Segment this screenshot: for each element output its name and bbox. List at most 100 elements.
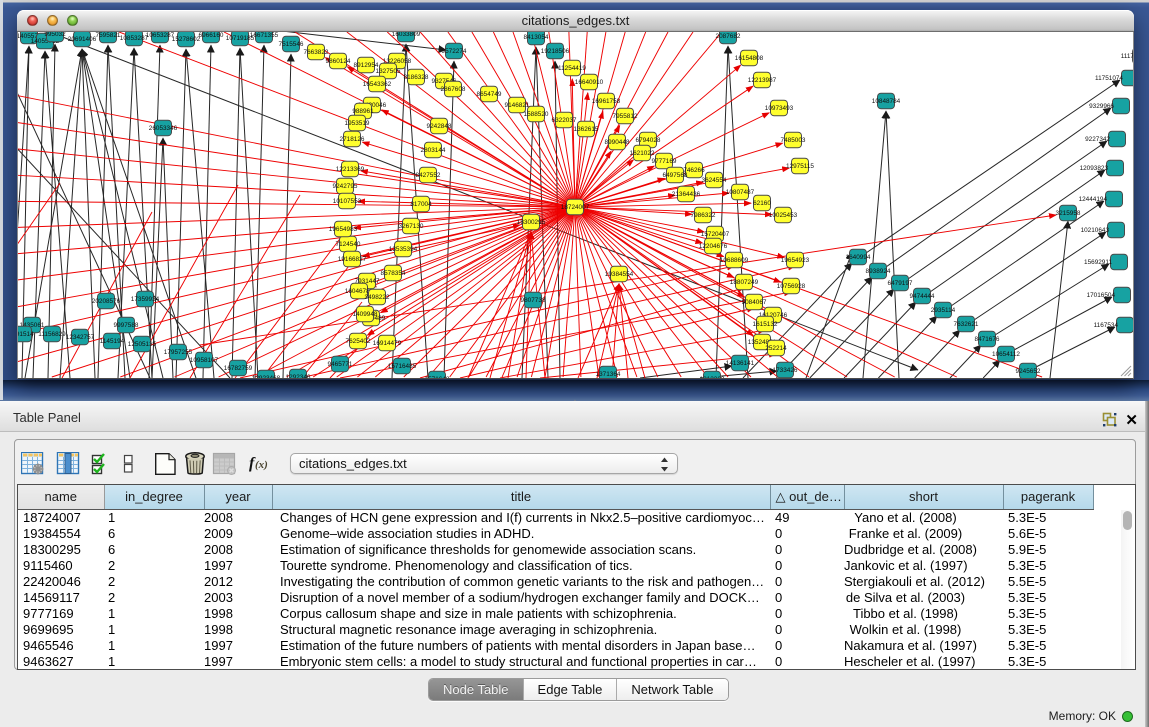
svg-text:16914479: 16914479 (373, 340, 402, 347)
svg-text:10848784: 10848784 (872, 98, 901, 105)
svg-text:13535394: 13535394 (389, 246, 418, 253)
svg-text:2087682: 2087682 (716, 33, 741, 40)
svg-text:10958107: 10958107 (190, 357, 219, 364)
svg-text:8938924: 8938924 (866, 268, 891, 275)
svg-text:10653287: 10653287 (146, 32, 175, 39)
svg-text:10853287: 10853287 (120, 35, 149, 42)
svg-text:8578354: 8578354 (381, 270, 406, 277)
svg-text:7595821: 7595821 (96, 32, 121, 39)
svg-text:1615132: 1615132 (753, 321, 778, 328)
svg-text:8654749: 8654749 (477, 91, 502, 98)
svg-text:9860124: 9860124 (326, 58, 351, 65)
svg-text:10807487: 10807487 (726, 189, 755, 196)
svg-text:6497568: 6497568 (663, 172, 688, 179)
svg-text:6479197: 6479197 (888, 280, 913, 287)
svg-text:7986322: 7986322 (691, 212, 716, 219)
svg-text:10654112: 10654112 (992, 351, 1020, 358)
svg-text:995032: 995032 (44, 32, 66, 38)
svg-text:10210643: 10210643 (1081, 227, 1110, 234)
svg-text:1145194: 1145194 (100, 338, 125, 345)
svg-text:3498222: 3498222 (365, 294, 390, 301)
svg-text:18300295: 18300295 (517, 219, 546, 226)
svg-text:12213987: 12213987 (748, 77, 777, 84)
svg-text:17359934: 17359934 (131, 296, 160, 303)
svg-text:12342757: 12342757 (66, 334, 95, 341)
svg-text:2867608: 2867608 (441, 86, 466, 93)
svg-text:3624554: 3624554 (702, 177, 727, 184)
svg-text:19384554: 19384554 (605, 271, 634, 278)
svg-text:17016504: 17016504 (1087, 292, 1116, 299)
svg-text:7663822: 7663822 (304, 49, 329, 56)
svg-text:10973493: 10973493 (765, 105, 794, 112)
svg-text:391514: 391514 (18, 331, 34, 338)
svg-text:9997588: 9997588 (114, 322, 139, 329)
svg-text:1733426: 1733426 (773, 367, 798, 374)
svg-text:9084067: 9084067 (742, 299, 767, 306)
svg-text:12505135: 12505135 (128, 341, 157, 348)
svg-text:26053346: 26053346 (149, 125, 178, 132)
svg-text:16640910: 16640910 (575, 79, 604, 86)
svg-text:12444194: 12444194 (1079, 196, 1108, 203)
svg-text:9572274: 9572274 (442, 48, 467, 55)
svg-text:15720407: 15720407 (701, 231, 730, 238)
svg-text:6966160: 6966160 (199, 32, 224, 39)
svg-text:3215958: 3215958 (1056, 210, 1081, 217)
svg-text:17957255: 17957255 (164, 349, 193, 356)
svg-text:10756928: 10756928 (777, 283, 806, 290)
svg-text:6794028: 6794028 (636, 137, 661, 144)
svg-text:19218506: 19218506 (541, 48, 570, 55)
svg-text:9242848: 9242848 (427, 123, 452, 130)
svg-text:16543362: 16543362 (363, 81, 392, 88)
svg-text:11156829: 11156829 (38, 331, 66, 338)
svg-text:8471676: 8471676 (975, 336, 1000, 343)
svg-text:7485003: 7485003 (781, 137, 806, 144)
svg-text:1409948: 1409948 (353, 311, 378, 318)
svg-text:20691406: 20691406 (68, 36, 97, 43)
svg-text:16961758: 16961758 (592, 98, 621, 105)
svg-text:16154808: 16154808 (735, 55, 764, 62)
svg-text:9465771: 9465771 (328, 361, 353, 368)
svg-text:12923468: 12923468 (252, 375, 281, 378)
svg-text:9245652: 9245652 (1016, 368, 1041, 375)
svg-text:12093823: 12093823 (1080, 165, 1109, 172)
svg-text:9329966: 9329966 (1089, 103, 1114, 110)
svg-text:18807249: 18807249 (730, 279, 759, 286)
svg-text:6322037: 6322037 (552, 117, 577, 124)
svg-text:1117: 1117 (1121, 53, 1133, 60)
svg-text:8413054: 8413054 (524, 34, 549, 41)
svg-text:21364436: 21364436 (672, 191, 701, 198)
svg-text:15716485: 15716485 (388, 363, 417, 370)
svg-text:1640994: 1640994 (846, 254, 871, 261)
svg-text:8186328: 8186328 (404, 74, 429, 81)
svg-text:1292346: 1292346 (286, 374, 311, 378)
svg-text:20208576: 20208576 (92, 298, 121, 305)
svg-text:2935114: 2935114 (931, 307, 956, 314)
svg-text:9474444: 9474444 (910, 293, 935, 300)
svg-text:10688609: 10688609 (720, 257, 749, 264)
svg-text:10025453: 10025453 (769, 212, 798, 219)
svg-text:1362615: 1362615 (574, 126, 599, 133)
svg-text:1621022: 1621022 (630, 150, 655, 157)
svg-text:1167534: 1167534 (1094, 322, 1119, 329)
svg-text:16033809: 16033809 (392, 32, 421, 38)
svg-text:8427552: 8427552 (416, 172, 441, 179)
svg-text:3267130: 3267130 (399, 223, 424, 230)
svg-text:1371364: 1371364 (596, 371, 621, 378)
svg-text:12213369: 12213369 (336, 166, 365, 173)
svg-text:9242795: 9242795 (333, 183, 358, 190)
svg-text:9227342: 9227342 (1085, 136, 1110, 143)
svg-text:7124540: 7124540 (336, 241, 361, 248)
svg-text:62160: 62160 (753, 200, 771, 207)
svg-text:14136141: 14136141 (726, 360, 755, 367)
svg-text:1571648: 1571648 (425, 376, 450, 378)
svg-text:11254419: 11254419 (558, 65, 586, 72)
svg-text:2718126: 2718126 (340, 136, 365, 143)
svg-text:988961: 988961 (352, 108, 374, 115)
svg-text:12204676: 12204676 (699, 243, 728, 250)
svg-text:16782759: 16782759 (224, 365, 253, 372)
svg-text:7515546: 7515546 (279, 41, 304, 48)
svg-text:1327505: 1327505 (376, 68, 401, 75)
svg-text:1588520: 1588520 (524, 111, 549, 118)
svg-text:(x): (x) (255, 459, 268, 471)
svg-text:7625402: 7625402 (346, 338, 371, 345)
